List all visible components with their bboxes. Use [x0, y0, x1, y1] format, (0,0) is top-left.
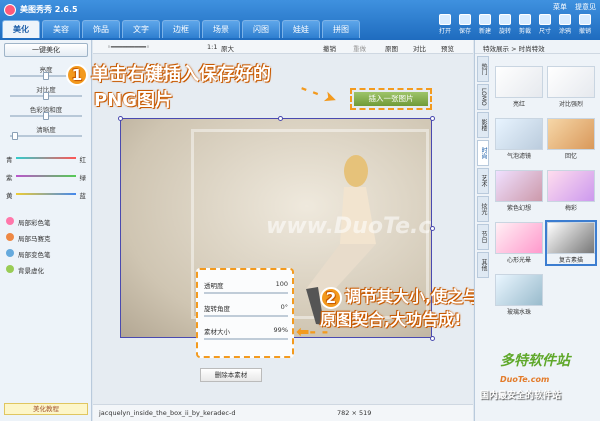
- opacity-row[interactable]: 透明度 100: [204, 280, 288, 294]
- palette-icon: [6, 217, 14, 225]
- tab-doll[interactable]: 娃娃: [282, 20, 320, 38]
- new-icon: [479, 14, 491, 25]
- sharpness-slider[interactable]: [10, 132, 82, 140]
- zoom-ratio[interactable]: 1:1: [207, 43, 217, 51]
- folder-icon: [439, 14, 451, 25]
- resize-handle[interactable]: [430, 116, 435, 121]
- tutorial-button[interactable]: 美化教程: [4, 403, 88, 415]
- undo-button[interactable]: 撤销: [323, 43, 336, 53]
- resize-handle[interactable]: [430, 226, 435, 231]
- preview-button[interactable]: 预览: [441, 43, 454, 53]
- tab-beautify[interactable]: 美化: [2, 20, 40, 38]
- one-key-beautify-button[interactable]: 一键美化: [4, 43, 88, 57]
- arrow-icon: ⬅- -: [296, 322, 329, 341]
- tab-text[interactable]: 文字: [122, 20, 160, 38]
- tab-scene[interactable]: 场景: [202, 20, 240, 38]
- top-links: 菜单 提意见: [553, 2, 596, 12]
- tab-flash[interactable]: 闪图: [242, 20, 280, 38]
- tab-fashion[interactable]: 时尚: [477, 140, 489, 166]
- effect-thumb-selected[interactable]: 复古素描: [545, 220, 597, 266]
- recolor-icon: [6, 249, 14, 257]
- tab-accessory[interactable]: 饰品: [82, 20, 120, 38]
- tab-face[interactable]: 美容: [42, 20, 80, 38]
- zoom-max[interactable]: 原大: [221, 43, 234, 53]
- effect-thumb[interactable]: 梅彩: [547, 170, 595, 212]
- image-size: 782 × 519: [337, 409, 372, 417]
- blur-icon: [6, 265, 14, 273]
- effect-thumb[interactable]: 气泡滤镜: [495, 118, 543, 160]
- tab-art[interactable]: 艺术: [477, 168, 489, 194]
- resize-handle[interactable]: [278, 116, 283, 121]
- step1-callout: 1 单击右键插入保存好的 PNG图片: [66, 60, 271, 112]
- main-toolbar: 打开 保存 新建 旋转 剪裁 尺寸 涂鸦 撤销: [436, 14, 594, 35]
- tab-festival[interactable]: 节日: [477, 224, 489, 250]
- saturation-slider[interactable]: [10, 112, 82, 120]
- undo-toolbar-button[interactable]: 撤销: [576, 14, 594, 35]
- main-tabs: 美化 美容 饰品 文字 边框 场景 闪图 娃娃 拼图: [2, 20, 362, 40]
- slider-knob[interactable]: [12, 132, 18, 140]
- crop-button[interactable]: 剪裁: [516, 14, 534, 35]
- tab-collage[interactable]: 拼图: [322, 20, 360, 38]
- undo-icon: [579, 14, 591, 25]
- rotate-button[interactable]: 旋转: [496, 14, 514, 35]
- redo-button[interactable]: 重做: [353, 43, 366, 53]
- menu-link[interactable]: 菜单: [553, 2, 567, 12]
- tab-studio[interactable]: 影楼: [477, 112, 489, 138]
- blur-background-tool[interactable]: 背景虚化: [6, 265, 44, 275]
- save-button[interactable]: 保存: [456, 14, 474, 35]
- effect-thumb[interactable]: 心形光晕: [495, 222, 543, 264]
- doodle-button[interactable]: 涂鸦: [556, 14, 574, 35]
- slider-knob[interactable]: [43, 72, 49, 80]
- step2-callout: 2 调节其大小,使之与 原图契合,大功告成!: [320, 286, 480, 329]
- color-pen-tool[interactable]: 局部彩色笔: [6, 217, 51, 227]
- zoom-slider[interactable]: ◦━━━━━━━━━◦: [107, 43, 150, 51]
- rotate-icon: [499, 14, 511, 25]
- new-button[interactable]: 新建: [476, 14, 494, 35]
- effects-category-tabs: 热门 LOMO 影楼 时尚 艺术 炫光 节日 其他: [477, 56, 489, 280]
- effect-thumb[interactable]: 亮红: [495, 66, 543, 108]
- tab-border[interactable]: 边框: [162, 20, 200, 38]
- effect-thumb[interactable]: 紫色幻想: [495, 170, 543, 212]
- status-bar: jacquelyn_inside_the_box_ii_by_keradec-d…: [93, 404, 473, 421]
- site-slogan: 国内最安全的软件站: [480, 391, 562, 401]
- resize-handle[interactable]: [430, 336, 435, 341]
- brush-icon: [559, 14, 571, 25]
- effect-thumb[interactable]: 回忆: [547, 118, 595, 160]
- resize-icon: [539, 14, 551, 25]
- insert-image-button[interactable]: 插入一张图片: [350, 88, 432, 110]
- feedback-link[interactable]: 提意见: [575, 2, 596, 12]
- open-button[interactable]: 打开: [436, 14, 454, 35]
- rotation-row[interactable]: 旋转角度 0°: [204, 303, 288, 317]
- watermark: www.DuoTe.com: [266, 214, 432, 239]
- delete-material-button[interactable]: 删除本素材: [200, 368, 262, 382]
- app-title: 美图秀秀 2.6.5: [20, 5, 78, 14]
- recolor-pen-tool[interactable]: 局部变色笔: [6, 249, 51, 259]
- tab-glow[interactable]: 炫光: [477, 196, 489, 222]
- app-logo-icon: [4, 4, 16, 16]
- effect-thumb[interactable]: 玻璃水珠: [495, 274, 543, 316]
- tab-hot[interactable]: 热门: [477, 56, 489, 82]
- material-panel: 透明度 100 旋转角度 0° 素材大小 99%: [196, 268, 294, 358]
- tab-other[interactable]: 其他: [477, 252, 489, 278]
- effects-header: 特效展示 > 时尚特效: [475, 40, 600, 54]
- save-icon: [459, 14, 471, 25]
- canvas-toolbar: ◦━━━━━━━━━◦ 1:1 原大 撤销 重做 原图 对比 预览: [93, 40, 473, 54]
- size-button[interactable]: 尺寸: [536, 14, 554, 35]
- material-size-row[interactable]: 素材大小 99%: [204, 326, 288, 340]
- compare-button[interactable]: 对比: [413, 43, 426, 53]
- tab-lomo[interactable]: LOMO: [477, 84, 489, 110]
- resize-handle[interactable]: [118, 116, 123, 121]
- effect-thumb[interactable]: 对比强烈: [547, 66, 595, 108]
- mosaic-icon: [6, 233, 14, 241]
- mosaic-tool[interactable]: 局部马赛克: [6, 233, 51, 243]
- original-button[interactable]: 原图: [385, 43, 398, 53]
- site-logo: 多特软件站 DuoTe.com: [500, 353, 570, 384]
- title-bar: 美图秀秀 2.6.5 菜单 提意见 美化 美容 饰品 文字 边框 场景 闪图 娃…: [0, 0, 600, 40]
- slider-knob[interactable]: [43, 92, 49, 100]
- crop-icon: [519, 14, 531, 25]
- file-name: jacquelyn_inside_the_box_ii_by_keradec-d: [99, 409, 236, 417]
- slider-knob[interactable]: [43, 112, 49, 120]
